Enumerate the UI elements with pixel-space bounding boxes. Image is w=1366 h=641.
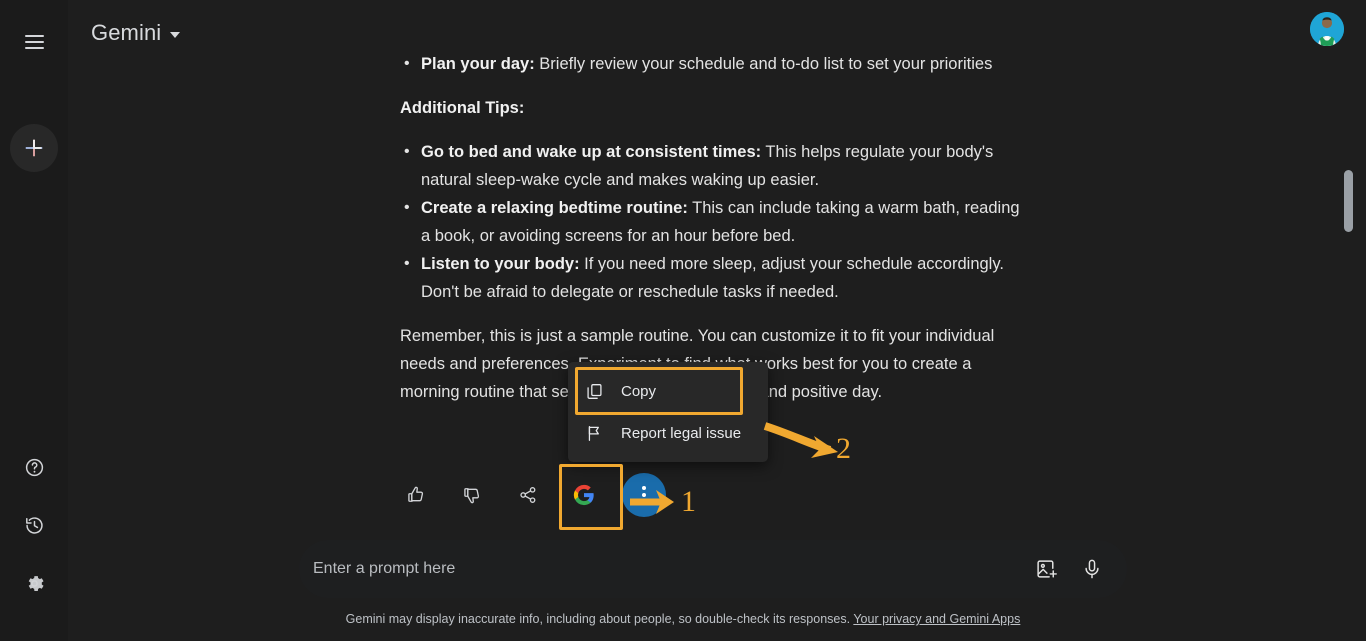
microphone-icon <box>1085 559 1099 579</box>
composer-icon-group <box>1035 558 1103 580</box>
context-menu: Copy Report legal issue <box>568 362 768 462</box>
footer-disclaimer: Gemini may display inaccurate info, incl… <box>0 612 1366 626</box>
google-g-icon <box>573 484 594 506</box>
voice-input-button[interactable] <box>1081 558 1103 580</box>
copy-icon <box>587 383 602 399</box>
page-title: Gemini <box>91 20 162 45</box>
main-menu-button[interactable] <box>14 22 54 62</box>
menu-item-label: Report legal issue <box>621 424 742 442</box>
scrollbar-thumb[interactable] <box>1344 170 1353 232</box>
avatar[interactable] <box>1310 12 1344 46</box>
share-button[interactable] <box>510 477 546 513</box>
thumb-down-icon <box>464 488 480 504</box>
list-item: Create a relaxing bedtime routine: This … <box>400 194 1020 250</box>
add-image-button[interactable] <box>1035 558 1057 580</box>
flag-icon <box>588 425 599 441</box>
annotation-step-1: 1 <box>681 485 696 518</box>
annotation-arrow-1 <box>630 490 674 514</box>
tips-list: Go to bed and wake up at consistent time… <box>400 138 1020 306</box>
hamburger-icon <box>24 35 44 49</box>
prompt-composer <box>299 540 1127 598</box>
list-item-label: Create a relaxing bedtime routine: <box>421 199 688 217</box>
user-avatar-image <box>1310 12 1344 46</box>
rail-bottom-group <box>14 447 54 603</box>
help-icon <box>25 458 43 476</box>
plus-icon <box>25 139 43 157</box>
gemini-app-window: Gemini Plan your day: Briefly review you… <box>0 0 1366 641</box>
sidebar-item-activity[interactable] <box>14 505 54 545</box>
list-item-label: Listen to your body: <box>421 255 580 273</box>
list-item: Listen to your body: If you need more sl… <box>400 250 1020 306</box>
privacy-link[interactable]: Your privacy and Gemini Apps <box>853 612 1020 626</box>
annotation-arrow-2 <box>763 422 838 458</box>
add-image-icon <box>1037 560 1057 578</box>
list-item: Go to bed and wake up at consistent time… <box>400 138 1020 194</box>
thumb-up-icon <box>408 486 424 502</box>
annotation-step-2: 2 <box>836 432 851 465</box>
sidebar-item-help[interactable] <box>14 447 54 487</box>
section-heading: Additional Tips: <box>400 99 525 117</box>
share-icon <box>520 487 536 504</box>
settings-icon <box>28 575 44 591</box>
clipped-bullet-list: Plan your day: Briefly review your sched… <box>400 50 1020 78</box>
disclaimer-text: Gemini may display inaccurate info, incl… <box>345 612 851 626</box>
thumbs-down-button[interactable] <box>454 477 490 513</box>
menu-item-copy[interactable]: Copy <box>568 370 768 412</box>
history-icon <box>25 516 43 534</box>
menu-item-label: Copy <box>621 382 657 400</box>
left-nav-rail <box>0 0 68 641</box>
list-item: Plan your day: Briefly review your sched… <box>400 50 1020 78</box>
sidebar-item-settings[interactable] <box>14 563 54 603</box>
new-chat-button[interactable] <box>10 124 58 172</box>
menu-item-report-legal-issue[interactable]: Report legal issue <box>568 412 768 454</box>
list-item-label: Plan your day: <box>421 55 535 73</box>
list-item-label: Go to bed and wake up at consistent time… <box>421 143 762 161</box>
google-search-button[interactable] <box>566 477 602 513</box>
thumbs-up-button[interactable] <box>398 477 434 513</box>
chevron-down-icon <box>170 31 181 38</box>
model-selector[interactable]: Gemini <box>91 20 181 46</box>
list-item-text: Briefly review your schedule and to-do l… <box>534 55 993 73</box>
response-actions-row <box>398 473 666 517</box>
prompt-input[interactable] <box>313 560 1035 578</box>
